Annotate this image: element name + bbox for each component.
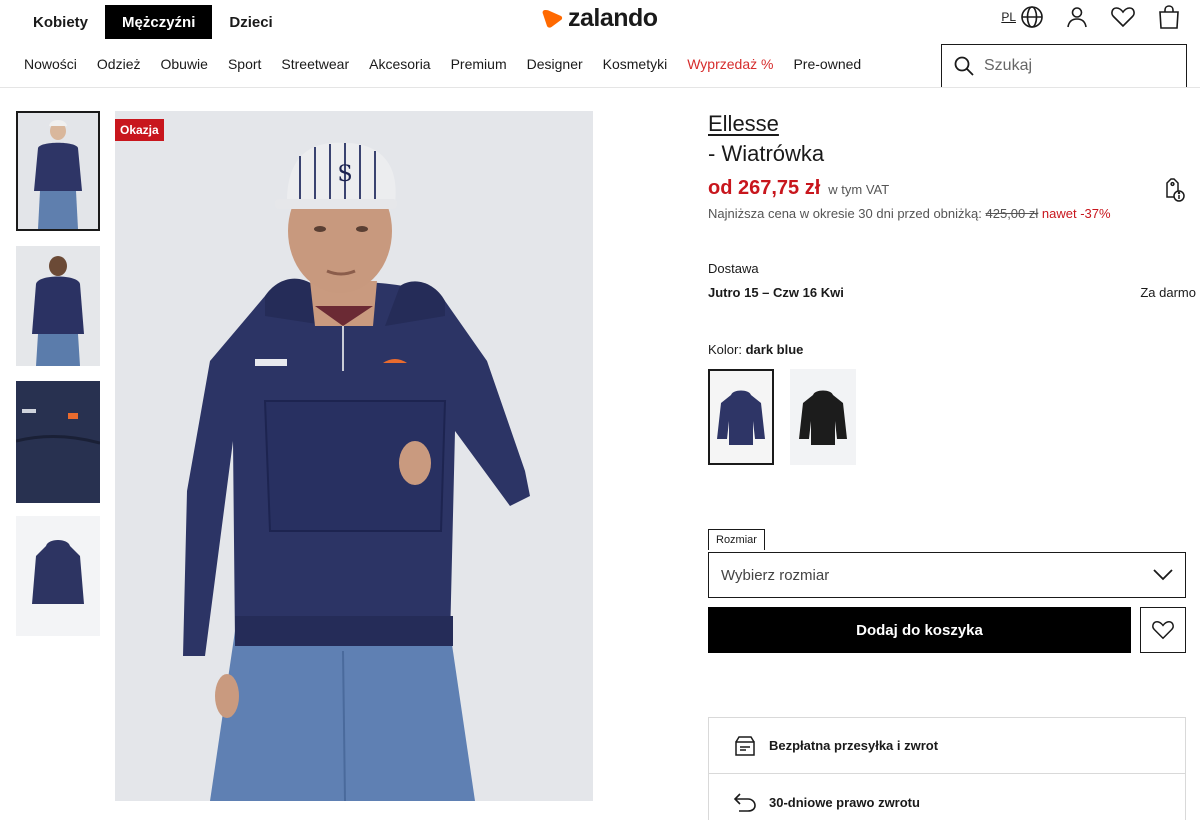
benefit-free-shipping[interactable]: Bezpłatna przesyłka i zwrot: [709, 718, 1185, 774]
old-price: 425,00 zł: [985, 206, 1039, 221]
nav-sport[interactable]: Sport: [228, 56, 261, 72]
color-value: dark blue: [745, 342, 804, 357]
category-nav: Nowości Odzież Obuwie Sport Streetwear A…: [24, 56, 881, 72]
top-icons: PL: [1001, 4, 1182, 30]
nav-kosmetyki[interactable]: Kosmetyki: [603, 56, 668, 72]
benefit-free-shipping-label: Bezpłatna przesyłka i zwrot: [769, 738, 939, 753]
nav-premium[interactable]: Premium: [451, 56, 507, 72]
product-name: - Wiatrówka: [708, 141, 825, 166]
bag-icon[interactable]: [1156, 4, 1182, 30]
tab-dzieci[interactable]: Dzieci: [212, 5, 289, 39]
product-panel: Ellesse - Wiatrówka od 267,75 zł w tym V…: [708, 111, 1196, 820]
lowest-price-info: Najniższa cena w okresie 30 dni przed ob…: [708, 204, 1138, 223]
color-label: Kolor: dark blue: [708, 342, 803, 357]
account-icon[interactable]: [1064, 4, 1090, 30]
price-tag-info-icon[interactable]: [1162, 177, 1186, 208]
zalando-logo[interactable]: zalando: [540, 4, 658, 33]
thumbnail-back[interactable]: [16, 246, 100, 366]
wishlist-icon[interactable]: [1110, 4, 1136, 30]
sale-badge: Okazja: [115, 119, 164, 141]
size-placeholder: Wybierz rozmiar: [721, 566, 830, 584]
color-swatch-black[interactable]: [790, 369, 856, 465]
size-select[interactable]: Wybierz rozmiar: [708, 552, 1186, 598]
heart-icon: [1152, 621, 1174, 640]
svg-text:S: S: [337, 162, 352, 187]
size-tag: Rozmiar: [708, 529, 765, 550]
add-to-cart-button[interactable]: Dodaj do koszyka: [708, 607, 1131, 653]
nav-divider: [0, 87, 1200, 88]
nav-pre-owned[interactable]: Pre-owned: [793, 56, 861, 72]
nav-wyprzedaz[interactable]: Wyprzedaż %: [687, 56, 773, 72]
nav-akcesoria[interactable]: Akcesoria: [369, 56, 430, 72]
nav-nowosci[interactable]: Nowości: [24, 56, 77, 72]
thumbnail-packshot[interactable]: [16, 516, 100, 636]
color-label-prefix: Kolor:: [708, 342, 742, 357]
search-input[interactable]: [984, 57, 1164, 75]
brand-link[interactable]: Ellesse: [708, 111, 1188, 137]
delivery-date: Jutro 15 – Czw 16 Kwi: [708, 285, 844, 300]
discount-label: nawet -37%: [1041, 206, 1111, 221]
nav-obuwie[interactable]: Obuwie: [160, 56, 207, 72]
chevron-down-icon: [1153, 569, 1173, 581]
gender-tabs: Kobiety Mężczyźni Dzieci: [16, 5, 290, 39]
benefit-return-label: 30-dniowe prawo zwrotu: [769, 794, 920, 810]
main-product-image[interactable]: S Okazja: [115, 111, 593, 801]
delivery-label: Dostawa: [708, 261, 759, 276]
top-bar: Kobiety Mężczyźni Dzieci zalando PL: [0, 0, 1200, 44]
globe-icon: [1021, 6, 1043, 28]
language-code: PL: [1001, 10, 1016, 24]
delivery-cost: Za darmo: [1140, 285, 1196, 300]
vat-note: w tym VAT: [828, 182, 890, 197]
nav-odziez[interactable]: Odzież: [97, 56, 141, 72]
price: od 267,75 zł: [708, 177, 821, 199]
search-icon: [954, 56, 974, 76]
benefit-return-policy[interactable]: 30-dniowe prawo zwrotu: [709, 774, 1185, 820]
model-photo: S: [115, 111, 593, 801]
return-arrow-icon: [733, 793, 756, 812]
search-box[interactable]: [941, 44, 1187, 88]
color-swatch-dark-blue[interactable]: [708, 369, 774, 465]
nav-streetwear[interactable]: Streetwear: [281, 56, 349, 72]
nav-designer[interactable]: Designer: [527, 56, 583, 72]
add-to-wishlist-button[interactable]: [1140, 607, 1186, 653]
logo-text: zalando: [568, 4, 658, 32]
price-row: od 267,75 zł w tym VAT: [708, 177, 1188, 200]
shipping-box-icon: [735, 735, 755, 756]
tab-mezczyzni[interactable]: Mężczyźni: [105, 5, 213, 39]
benefits-box: Bezpłatna przesyłka i zwrot 30-dniowe pr…: [708, 717, 1186, 820]
language-selector[interactable]: PL: [1001, 5, 1044, 29]
thumbnail-detail[interactable]: [16, 381, 100, 503]
tab-kobiety[interactable]: Kobiety: [16, 5, 105, 39]
thumbnail-front[interactable]: [16, 111, 100, 231]
lowest-price-label: Najniższa cena w okresie 30 dni przed ob…: [708, 206, 982, 221]
logo-mark-icon: [542, 9, 563, 28]
